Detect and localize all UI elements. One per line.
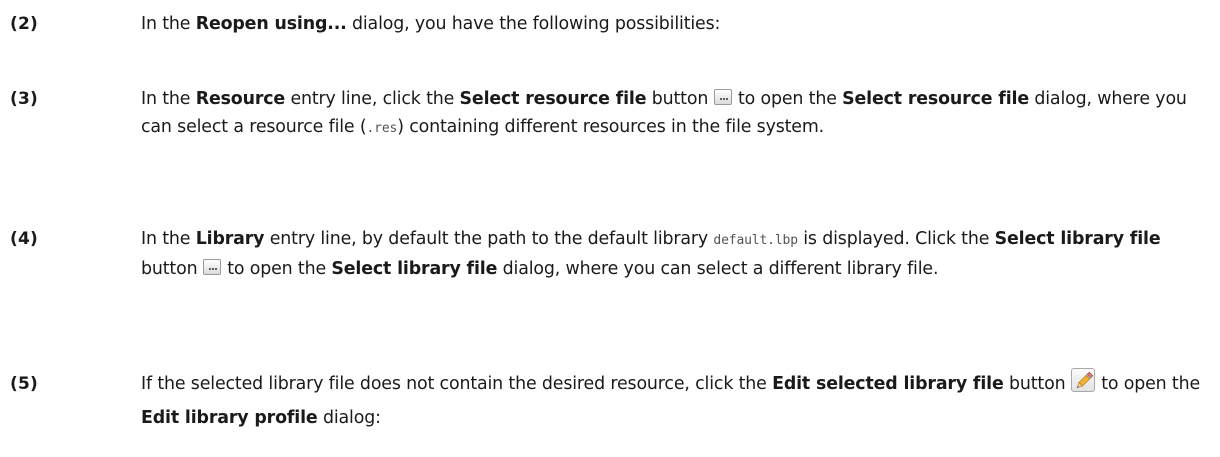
step-text: In the Library entry line, by default th… bbox=[141, 225, 1216, 283]
text-run: dialog, where you can select a different… bbox=[497, 259, 939, 279]
ellipsis-button-icon bbox=[202, 259, 221, 275]
step-text: If the selected library file does not co… bbox=[141, 367, 1201, 435]
step-number: (5) bbox=[10, 374, 38, 394]
text-run: entry line, click the bbox=[285, 89, 460, 109]
text-run: button bbox=[646, 89, 714, 109]
text-run: ) containing different resources in the … bbox=[397, 117, 825, 137]
file-extension-code: .res bbox=[366, 121, 398, 136]
text-run: entry line, by default the path to the d… bbox=[264, 229, 714, 249]
step-number: (3) bbox=[10, 89, 38, 109]
text-run: In the bbox=[141, 229, 196, 249]
text-run: dialog: bbox=[317, 408, 381, 428]
text-run: In the bbox=[141, 14, 196, 34]
text-run: dialog, you have the following possibili… bbox=[346, 14, 721, 34]
dialog-name-reopen-using: Reopen using... bbox=[195, 14, 347, 34]
button-name-edit-selected-library-file: Edit selected library file bbox=[772, 374, 1004, 394]
pencil-icon bbox=[1070, 368, 1095, 392]
text-run: to open the bbox=[1095, 374, 1201, 394]
text-run: is displayed. Click the bbox=[797, 229, 995, 249]
entry-line-name-library: Library bbox=[195, 229, 265, 249]
text-run: to open the bbox=[732, 89, 843, 109]
dialog-name-edit-library-profile: Edit library profile bbox=[141, 408, 318, 428]
step-number: (4) bbox=[10, 229, 38, 249]
button-name-select-library-file: Select library file bbox=[994, 229, 1161, 249]
dialog-name-select-library-file: Select library file bbox=[331, 259, 498, 279]
dialog-name-select-resource-file: Select resource file bbox=[842, 89, 1029, 109]
default-library-code: default.lbp bbox=[713, 233, 798, 248]
step-text: In the Resource entry line, click the Se… bbox=[141, 85, 1201, 143]
text-run: In the bbox=[141, 89, 196, 109]
text-run: button bbox=[141, 259, 203, 279]
text-run: to open the bbox=[221, 259, 332, 279]
text-run: button bbox=[1003, 374, 1071, 394]
step-text: In the Reopen using... dialog, you have … bbox=[141, 10, 1216, 38]
button-name-select-resource-file: Select resource file bbox=[459, 89, 647, 109]
entry-line-name-resource: Resource bbox=[195, 89, 286, 109]
step-number: (2) bbox=[10, 14, 38, 34]
text-run: If the selected library file does not co… bbox=[141, 374, 773, 394]
ellipsis-button-icon bbox=[713, 89, 732, 105]
